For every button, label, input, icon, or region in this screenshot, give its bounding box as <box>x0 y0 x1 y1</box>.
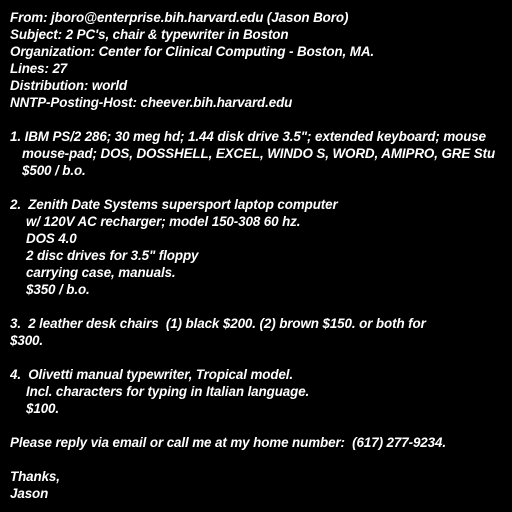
list-item-4: 4. Olivetti manual typewriter, Tropical … <box>10 366 512 417</box>
header-subject: Subject: 2 PC's, chair & typewriter in B… <box>10 27 289 42</box>
item4-price: $100. <box>26 401 60 416</box>
item2-line1: 2. Zenith Date Systems supersport laptop… <box>10 197 338 212</box>
reply-instructions: Please reply via email or call me at my … <box>10 435 446 450</box>
item1-line1: 1. IBM PS/2 286; 30 meg hd; 1.44 disk dr… <box>10 129 486 144</box>
header-from: From: jboro@enterprise.bih.harvard.edu (… <box>10 10 349 25</box>
item3-line1: 3. 2 leather desk chairs (1) black $200.… <box>10 316 426 331</box>
item4-line1: 4. Olivetti manual typewriter, Tropical … <box>10 367 294 382</box>
item2-line3: DOS 4.0 <box>26 231 77 246</box>
header-organization: Organization: Center for Clinical Comput… <box>10 44 375 59</box>
header-nntp-host: NNTP-Posting-Host: cheever.bih.harvard.e… <box>10 95 293 110</box>
header-distribution: Distribution: world <box>10 78 128 93</box>
signature: Jason <box>10 486 49 501</box>
item2-line5: carrying case, manuals. <box>26 265 176 280</box>
item1-price: $500 / b.o. <box>22 163 86 178</box>
list-item-1: 1. IBM PS/2 286; 30 meg hd; 1.44 disk dr… <box>10 128 512 179</box>
list-item-2: 2. Zenith Date Systems supersport laptop… <box>10 196 512 298</box>
item2-line2: w/ 120V AC recharger; model 150-308 60 h… <box>26 214 301 229</box>
item4-line2: Incl. characters for typing in Italian l… <box>26 384 310 399</box>
message-header: From: jboro@enterprise.bih.harvard.edu (… <box>10 9 512 111</box>
header-lines: Lines: 27 <box>10 61 68 76</box>
list-item-3: 3. 2 leather desk chairs (1) black $200.… <box>10 315 512 349</box>
item3-line2: $300. <box>10 333 44 348</box>
message-document: From: jboro@enterprise.bih.harvard.edu (… <box>10 9 512 502</box>
item1-line2: mouse-pad; DOS, DOSSHELL, EXCEL, WINDO S… <box>22 146 496 161</box>
item2-price: $350 / b.o. <box>26 282 90 297</box>
signoff: Thanks, <box>10 469 60 484</box>
item2-line4: 2 disc drives for 3.5" floppy <box>26 248 199 263</box>
